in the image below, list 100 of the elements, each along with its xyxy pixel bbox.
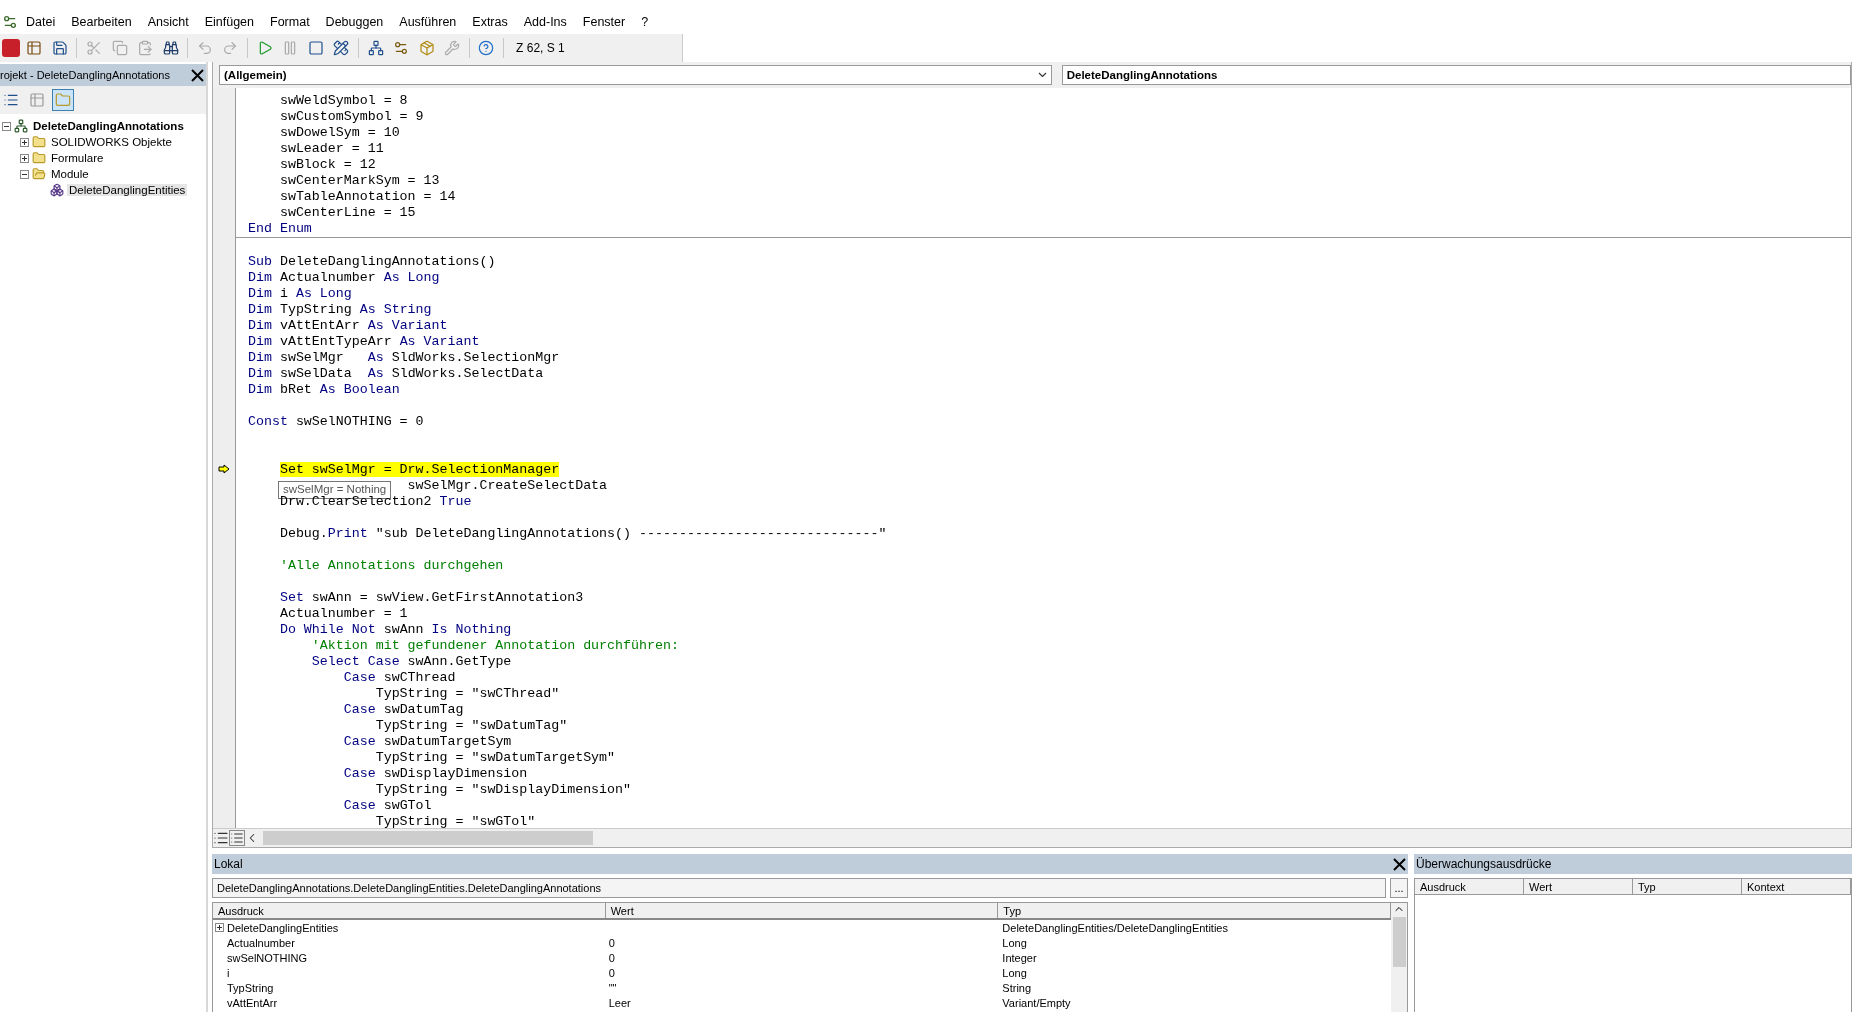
tree-expander[interactable]	[20, 137, 29, 147]
code-line: Dim vAttEntTypeArr As Variant	[248, 334, 480, 349]
call-stack-button[interactable]: ...	[1390, 878, 1408, 898]
code-line: Case swDatumTargetSym	[343, 734, 512, 749]
column-header[interactable]: Ausdruck	[1415, 879, 1524, 894]
form-icon	[29, 92, 45, 108]
code-line: swWeldSymbol = 8	[279, 93, 408, 108]
table-cell: 0	[608, 951, 615, 964]
procedure-dropdown[interactable]: DeleteDanglingAnnotations	[1061, 65, 1851, 85]
code-line: swLeader = 11	[279, 141, 384, 156]
close-button[interactable]	[1390, 855, 1408, 873]
procedure-view-button[interactable]	[213, 830, 229, 846]
context-field: DeleteDanglingAnnotations.DeleteDanglingEntities.DeleteDanglingAnnotations	[212, 878, 1386, 898]
close-icon	[1392, 857, 1406, 871]
column-header[interactable]: Wert	[605, 903, 999, 918]
table-cell: 0	[608, 936, 615, 949]
code-line: Case swCThread	[343, 670, 456, 685]
object-dropdown[interactable]: (Allgemein)	[219, 65, 1052, 85]
menu-item[interactable]: ?	[633, 15, 657, 29]
table-cell: Long	[1002, 966, 1027, 979]
code-line: Actualnumber = 1	[279, 606, 408, 621]
plus-icon	[21, 138, 28, 146]
code-line: Dim vAttEntArr As Variant	[248, 318, 448, 333]
scrollbar-thumb[interactable]	[263, 831, 593, 845]
redo-icon	[222, 40, 239, 56]
tree-expander[interactable]	[20, 169, 29, 179]
menu-item[interactable]: Ansicht	[139, 15, 197, 29]
plus-icon	[216, 924, 223, 931]
tree-expander[interactable]	[2, 121, 11, 131]
lines-icon	[230, 830, 244, 846]
code-line: Dim swSelMgr As SldWorks.SelectionMgr	[248, 350, 560, 365]
folder-icon	[32, 167, 46, 181]
menu-item[interactable]: Format	[262, 15, 318, 29]
table-cell: vAttEntArr	[227, 996, 278, 1009]
tree-item[interactable]: SOLIDWORKS Objekte	[49, 136, 174, 148]
close-icon	[190, 68, 204, 82]
package-icon	[418, 40, 435, 56]
table-cell: String	[1002, 981, 1032, 994]
folder-icon	[55, 92, 71, 108]
panel-title: Lokal	[214, 857, 243, 871]
menu-item[interactable]: Fenster	[574, 15, 634, 29]
help-icon	[478, 40, 495, 56]
menu-item[interactable]: Debuggen	[317, 15, 392, 29]
folder-icon	[32, 151, 46, 165]
list-icon	[3, 92, 19, 108]
properties-icon	[393, 40, 410, 56]
paste-icon	[137, 40, 154, 56]
table-cell: Leer	[608, 996, 631, 1009]
vertical-scrollbar[interactable]	[1391, 903, 1407, 1012]
table-icon	[26, 40, 43, 56]
folder-icon	[32, 135, 46, 149]
table-cell: TypString	[227, 981, 274, 994]
code-line: swCenterLine = 15	[279, 205, 416, 220]
cursor-position: Z 62, S 1	[516, 41, 566, 55]
tree-item[interactable]: Formulare	[49, 152, 106, 164]
code-line: Debug.Print "sub DeleteDanglingAnnotations() ------------------------------"	[279, 526, 887, 541]
code-line: TypString = "swCThread"	[375, 686, 560, 701]
code-line: Dim TypString As String	[248, 302, 432, 317]
ruler-icon	[333, 40, 350, 56]
column-header[interactable]: Kontext	[1742, 879, 1851, 894]
menu-item[interactable]: Extras	[464, 15, 516, 29]
menu-item[interactable]: Einfügen	[196, 15, 262, 29]
wrench-icon	[443, 40, 460, 56]
column-header[interactable]: Ausdruck	[213, 903, 606, 918]
code-line: Set swAnn = swView.GetFirstAnnotation3	[279, 590, 584, 605]
undo-icon	[196, 40, 213, 56]
code-line: Dim swSelData As SldWorks.SelectData	[248, 366, 544, 381]
toggle-folders-button[interactable]	[52, 89, 74, 111]
code-line: TypString = "swDisplayDimension"	[375, 782, 631, 797]
column-header[interactable]: Wert	[1524, 879, 1633, 894]
code-line: 'Alle Annotations durchgehen	[279, 558, 504, 573]
tree-item[interactable]: Module	[49, 168, 91, 180]
code-line: Do While Not swAnn Is Nothing	[279, 622, 512, 637]
menu-item[interactable]: Ausführen	[391, 15, 465, 29]
save-icon	[51, 40, 68, 56]
panel-title: rojekt - DeleteDanglingAnnotations	[0, 69, 170, 81]
menu-item[interactable]: Bearbeiten	[63, 15, 140, 29]
menu-item[interactable]: Add-Ins	[515, 15, 575, 29]
code-line: Sub DeleteDanglingAnnotations()	[248, 254, 496, 269]
code-line: swCenterMarkSym = 13	[279, 173, 440, 188]
tree-item[interactable]: DeleteDanglingAnnotations	[31, 120, 186, 132]
code-line: swTableAnnotation = 14	[279, 189, 456, 204]
table-cell: Integer	[1002, 951, 1037, 964]
tree-expander[interactable]	[20, 153, 29, 163]
menu-item[interactable]: Datei	[18, 15, 64, 29]
project-icon	[367, 40, 384, 56]
table-cell: swSelNOTHING	[227, 951, 308, 964]
column-header[interactable]: Typ	[1633, 879, 1742, 894]
code-line: swCustomSymbol = 9	[279, 109, 424, 124]
expand-button[interactable]	[215, 923, 224, 932]
code-line: Case swDatumTag	[343, 702, 464, 717]
close-button[interactable]	[188, 66, 206, 84]
lines-icon	[213, 830, 229, 846]
code-line: End Enum	[248, 221, 312, 236]
tree-item[interactable]: DeleteDanglingEntities	[67, 184, 188, 196]
code-line: Case swGTol	[343, 798, 432, 813]
code-line: TypString = "swDatumTag"	[375, 718, 568, 733]
code-line: Dim bRet As Boolean	[248, 382, 400, 397]
table-cell: Actualnumber	[227, 936, 295, 949]
code-line: TypString = "swGTol"	[375, 814, 536, 828]
